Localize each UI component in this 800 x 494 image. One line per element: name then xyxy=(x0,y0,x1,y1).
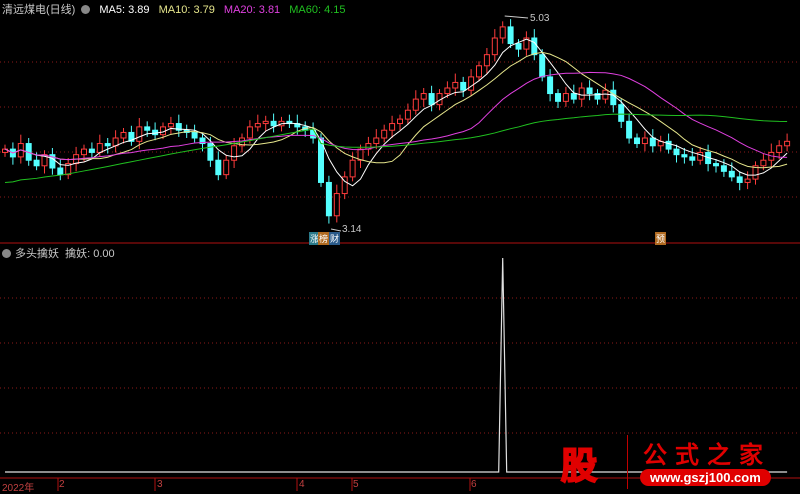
x-label: 3 xyxy=(157,479,163,490)
candle-body xyxy=(776,145,783,153)
candle-body xyxy=(547,76,554,95)
indicator-value: 擒妖: 0.00 xyxy=(65,248,115,260)
ma10-value: MA10: 3.79 xyxy=(158,4,215,16)
candle-body xyxy=(389,123,396,131)
dropdown-icon[interactable] xyxy=(2,249,11,258)
chart-header: 清远煤电(日线) MA5: 3.89 MA10: 3.79 MA20: 3.81… xyxy=(2,1,352,17)
high-label: 5.03 xyxy=(530,13,550,24)
candle-body xyxy=(191,131,198,139)
candle-body xyxy=(349,159,356,178)
x-label: 2 xyxy=(59,479,65,490)
candle-body xyxy=(460,81,467,91)
candle-body xyxy=(681,154,688,158)
candle-body xyxy=(578,87,585,100)
logo-char: 股 xyxy=(560,444,598,487)
candle-body xyxy=(713,163,719,167)
candle-body xyxy=(483,54,490,67)
candle-body xyxy=(673,148,680,156)
low-pointer xyxy=(330,228,342,232)
candle-body xyxy=(262,120,269,125)
candle-body xyxy=(381,129,388,139)
candle-body xyxy=(760,159,767,167)
logo-name: 公式之家 xyxy=(643,442,771,469)
candle-body xyxy=(697,151,704,161)
x-label: 2022年 xyxy=(2,483,35,494)
candle-body xyxy=(136,126,143,142)
candle-body xyxy=(476,65,482,78)
candle-body xyxy=(555,93,561,102)
candle-body xyxy=(736,176,743,183)
candle-body xyxy=(325,181,332,217)
candle-body xyxy=(404,109,411,120)
candle-body xyxy=(531,37,538,56)
tag-bang[interactable]: 榜 xyxy=(318,232,330,245)
candle-body xyxy=(562,93,569,102)
candle-body xyxy=(665,140,672,150)
candle-body xyxy=(720,165,727,172)
candle-body xyxy=(728,170,735,178)
ma20-value: MA20: 3.81 xyxy=(223,4,281,16)
candle-body xyxy=(207,143,214,161)
tag-cai[interactable]: 财 xyxy=(329,232,341,245)
candle-body xyxy=(641,137,648,145)
watermark-logo: 股 公式之家 www.gszj100.com xyxy=(555,433,800,491)
candle-body xyxy=(499,26,506,39)
x-label: 5 xyxy=(353,479,359,490)
candle-body xyxy=(689,156,696,161)
high-pointer xyxy=(504,15,529,19)
candle-body xyxy=(167,123,174,128)
candle-body xyxy=(784,140,791,147)
kline-chart[interactable] xyxy=(0,0,800,491)
candle-body xyxy=(397,118,403,125)
tag-yu[interactable]: 预 xyxy=(655,232,667,245)
logo-url: www.gszj100.com xyxy=(640,469,771,486)
candle-body xyxy=(412,98,419,111)
candle-body xyxy=(57,167,64,176)
candle-body xyxy=(618,104,625,122)
ma5-value: MA5: 3.89 xyxy=(99,4,150,16)
candle-body xyxy=(507,26,514,45)
candle-body xyxy=(491,37,498,56)
candle-body xyxy=(120,131,127,139)
indicator-title: 多头擒妖 xyxy=(15,248,59,260)
dropdown-icon[interactable] xyxy=(81,5,91,14)
candle-body xyxy=(88,148,95,153)
candle-body xyxy=(586,87,593,95)
candle-body xyxy=(420,93,427,100)
candle-body xyxy=(634,137,640,145)
candle-body xyxy=(468,76,475,91)
candle-body xyxy=(373,137,380,145)
indicator-header: 多头擒妖 擒妖: 0.00 xyxy=(2,245,115,261)
candle-body xyxy=(223,159,230,176)
stock-title: 清远煤电(日线) xyxy=(2,4,76,16)
candle-body xyxy=(515,43,522,50)
candle-body xyxy=(81,148,87,156)
ma60-value: MA60: 4.15 xyxy=(289,4,346,16)
candle-body xyxy=(144,126,151,131)
low-label: 3.14 xyxy=(342,224,362,235)
candle-body xyxy=(452,81,459,89)
candle-body xyxy=(231,145,238,161)
candle-body xyxy=(215,159,222,176)
x-label: 4 xyxy=(299,479,305,490)
candle-body xyxy=(539,54,546,78)
candle-body xyxy=(96,143,103,153)
candle-body xyxy=(744,178,751,183)
candle-body xyxy=(626,120,633,139)
candle-body xyxy=(33,159,40,167)
x-label: 6 xyxy=(471,479,477,490)
candle-body xyxy=(270,120,277,127)
candle-body xyxy=(444,87,451,95)
candle-body xyxy=(428,93,435,106)
candle-body xyxy=(570,93,577,100)
candle-body xyxy=(246,126,253,139)
candle-body xyxy=(649,137,656,147)
candle-body xyxy=(254,123,261,128)
ma10-line xyxy=(4,51,788,169)
candle-body xyxy=(104,143,111,147)
candle-body xyxy=(333,193,340,217)
